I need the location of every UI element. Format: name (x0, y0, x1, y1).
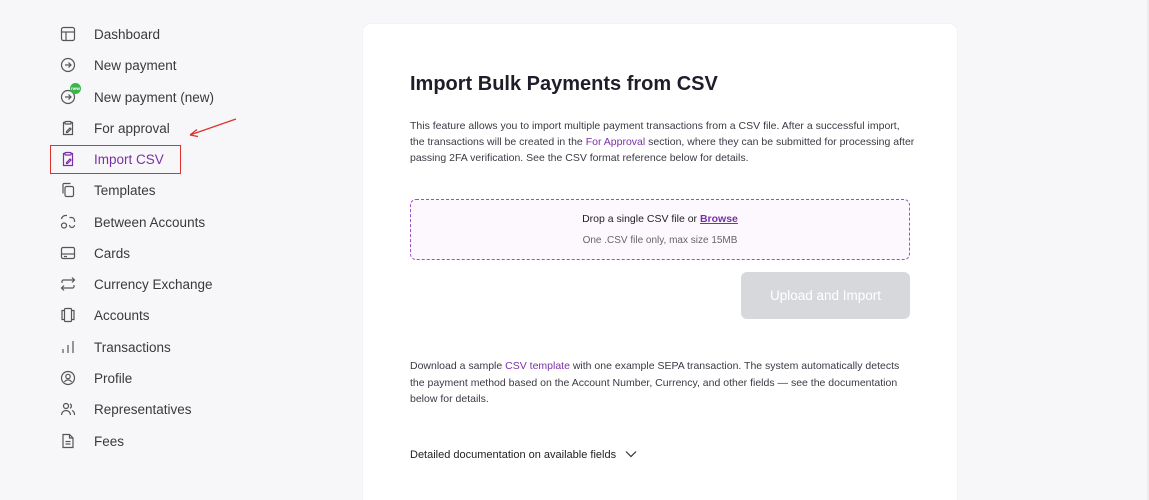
copy-icon (60, 182, 76, 198)
for-approval-link[interactable]: For Approval (586, 136, 646, 148)
sidebar-item-templates[interactable]: Templates (60, 177, 156, 203)
sidebar-item-accounts[interactable]: Accounts (60, 302, 150, 328)
browse-link[interactable]: Browse (700, 213, 738, 225)
sidebar-item-label: New payment (new) (94, 89, 215, 105)
exchange-icon (60, 276, 76, 292)
sidebar-item-label: Import CSV (94, 151, 164, 167)
sidebar-item-label: Accounts (94, 307, 150, 323)
sample-template-text: Download a sample CSV template with one … (410, 358, 915, 408)
import-csv-card: Import Bulk Payments from CSV This featu… (363, 24, 957, 500)
sidebar-item-label: Fees (94, 433, 125, 449)
csv-template-link[interactable]: CSV template (505, 360, 570, 372)
sidebar-item-label: Between Accounts (94, 214, 206, 230)
csv-dropzone[interactable]: Drop a single CSV file or Browse One .CS… (410, 199, 910, 260)
sidebar-item-import-csv[interactable]: Import CSV (60, 146, 164, 172)
page-description: This feature allows you to import multip… (410, 118, 915, 166)
sidebar-item-fees[interactable]: Fees (60, 428, 124, 454)
sidebar-item-label: For approval (94, 120, 170, 136)
dropzone-prefix: Drop a single CSV file or (582, 213, 700, 225)
sidebar-item-label: Dashboard (94, 26, 161, 42)
documentation-toggle[interactable]: Detailed documentation on available fiel… (410, 449, 637, 461)
annotation-arrow (189, 118, 237, 138)
sidebar: Dashboard New payment new New payment (n… (0, 0, 300, 500)
accounts-icon (60, 307, 76, 323)
sidebar-item-label: Representatives (94, 401, 192, 417)
sidebar-item-new-payment[interactable]: New payment (60, 52, 177, 78)
user-circle-icon (60, 370, 76, 386)
dropzone-hint: One .CSV file only, max size 15MB (582, 235, 738, 246)
sidebar-item-label: Profile (94, 370, 133, 386)
upload-and-import-button[interactable]: Upload and Import (741, 272, 910, 319)
dropzone-label: Drop a single CSV file or Browse (411, 213, 909, 225)
sidebar-item-currency-exchange[interactable]: Currency Exchange (60, 271, 213, 297)
chevron-down-icon (625, 449, 637, 461)
sidebar-item-profile[interactable]: Profile (60, 365, 132, 391)
sidebar-item-label: Transactions (94, 339, 171, 355)
arrow-circle-icon (60, 57, 76, 73)
sidebar-item-label: Cards (94, 245, 131, 261)
card-icon (60, 245, 76, 261)
dashboard-icon (60, 26, 76, 42)
sidebar-item-for-approval[interactable]: For approval (60, 115, 170, 141)
documentation-toggle-label: Detailed documentation on available fiel… (410, 449, 617, 461)
new-badge: new (70, 83, 81, 94)
sidebar-item-transactions[interactable]: Transactions (60, 334, 171, 360)
sample-text-start: Download a sample (410, 360, 506, 372)
sidebar-item-representatives[interactable]: Representatives (60, 396, 192, 422)
sidebar-item-between-accounts[interactable]: Between Accounts (60, 209, 205, 235)
document-icon (60, 433, 76, 449)
sidebar-item-label: Currency Exchange (94, 276, 213, 292)
users-icon (60, 401, 76, 417)
clipboard-edit-icon (60, 120, 76, 136)
sidebar-item-label: Templates (94, 182, 156, 198)
sidebar-item-label: New payment (94, 57, 177, 73)
bars-icon (60, 339, 76, 355)
sidebar-item-cards[interactable]: Cards (60, 240, 130, 266)
swap-icon (60, 214, 76, 230)
arrow-circle-icon: new (60, 83, 81, 105)
clipboard-edit-icon (60, 151, 76, 167)
sidebar-item-new-payment-new[interactable]: new New payment (new) (60, 83, 215, 110)
sidebar-item-dashboard[interactable]: Dashboard (60, 21, 160, 47)
page-title: Import Bulk Payments from CSV (410, 73, 718, 95)
